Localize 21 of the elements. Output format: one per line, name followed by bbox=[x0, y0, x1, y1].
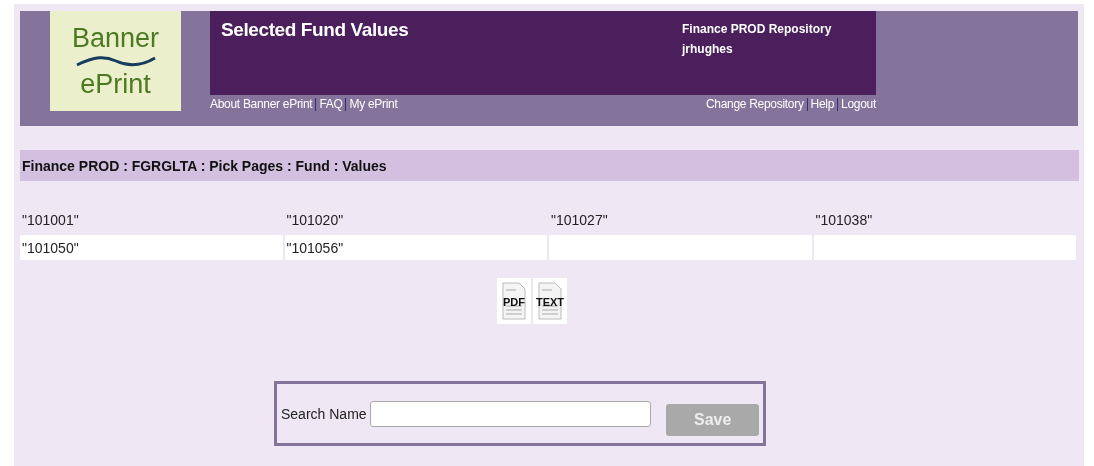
field-label: Search Name bbox=[281, 405, 367, 422]
user-name: jrhughes bbox=[682, 41, 733, 58]
page-title: Selected Fund Values bbox=[221, 19, 409, 42]
value-cell-text: "101027" bbox=[550, 210, 609, 230]
export-button[interactable]: TEXT bbox=[533, 278, 567, 324]
repository-name: Finance PROD Repository bbox=[682, 21, 832, 38]
nav-link[interactable]: Logout bbox=[841, 97, 876, 111]
search-name-field[interactable] bbox=[369, 400, 652, 427]
nav-link[interactable]: About Banner ePrint bbox=[210, 97, 313, 111]
value-cell-text: "101038" bbox=[814, 210, 874, 230]
value-cell: "101050" bbox=[20, 235, 283, 260]
value-cell-text: "101020" bbox=[285, 210, 345, 230]
export-button[interactable]: PDF bbox=[497, 278, 531, 324]
nav-link[interactable]: Change Repository bbox=[705, 97, 804, 111]
value-cell: "101056" bbox=[284, 235, 547, 260]
logo: Banner ePrint bbox=[50, 11, 181, 111]
breadcrumb: Finance PROD : FGRGLTA : Pick Pages : Fund : Values bbox=[20, 150, 1079, 181]
nav-link[interactable]: Help bbox=[810, 97, 835, 111]
nav-link[interactable]: My ePrint bbox=[349, 97, 398, 111]
value-cell-text: "101001" bbox=[21, 210, 80, 230]
nav-link[interactable]: FAQ bbox=[319, 97, 343, 111]
